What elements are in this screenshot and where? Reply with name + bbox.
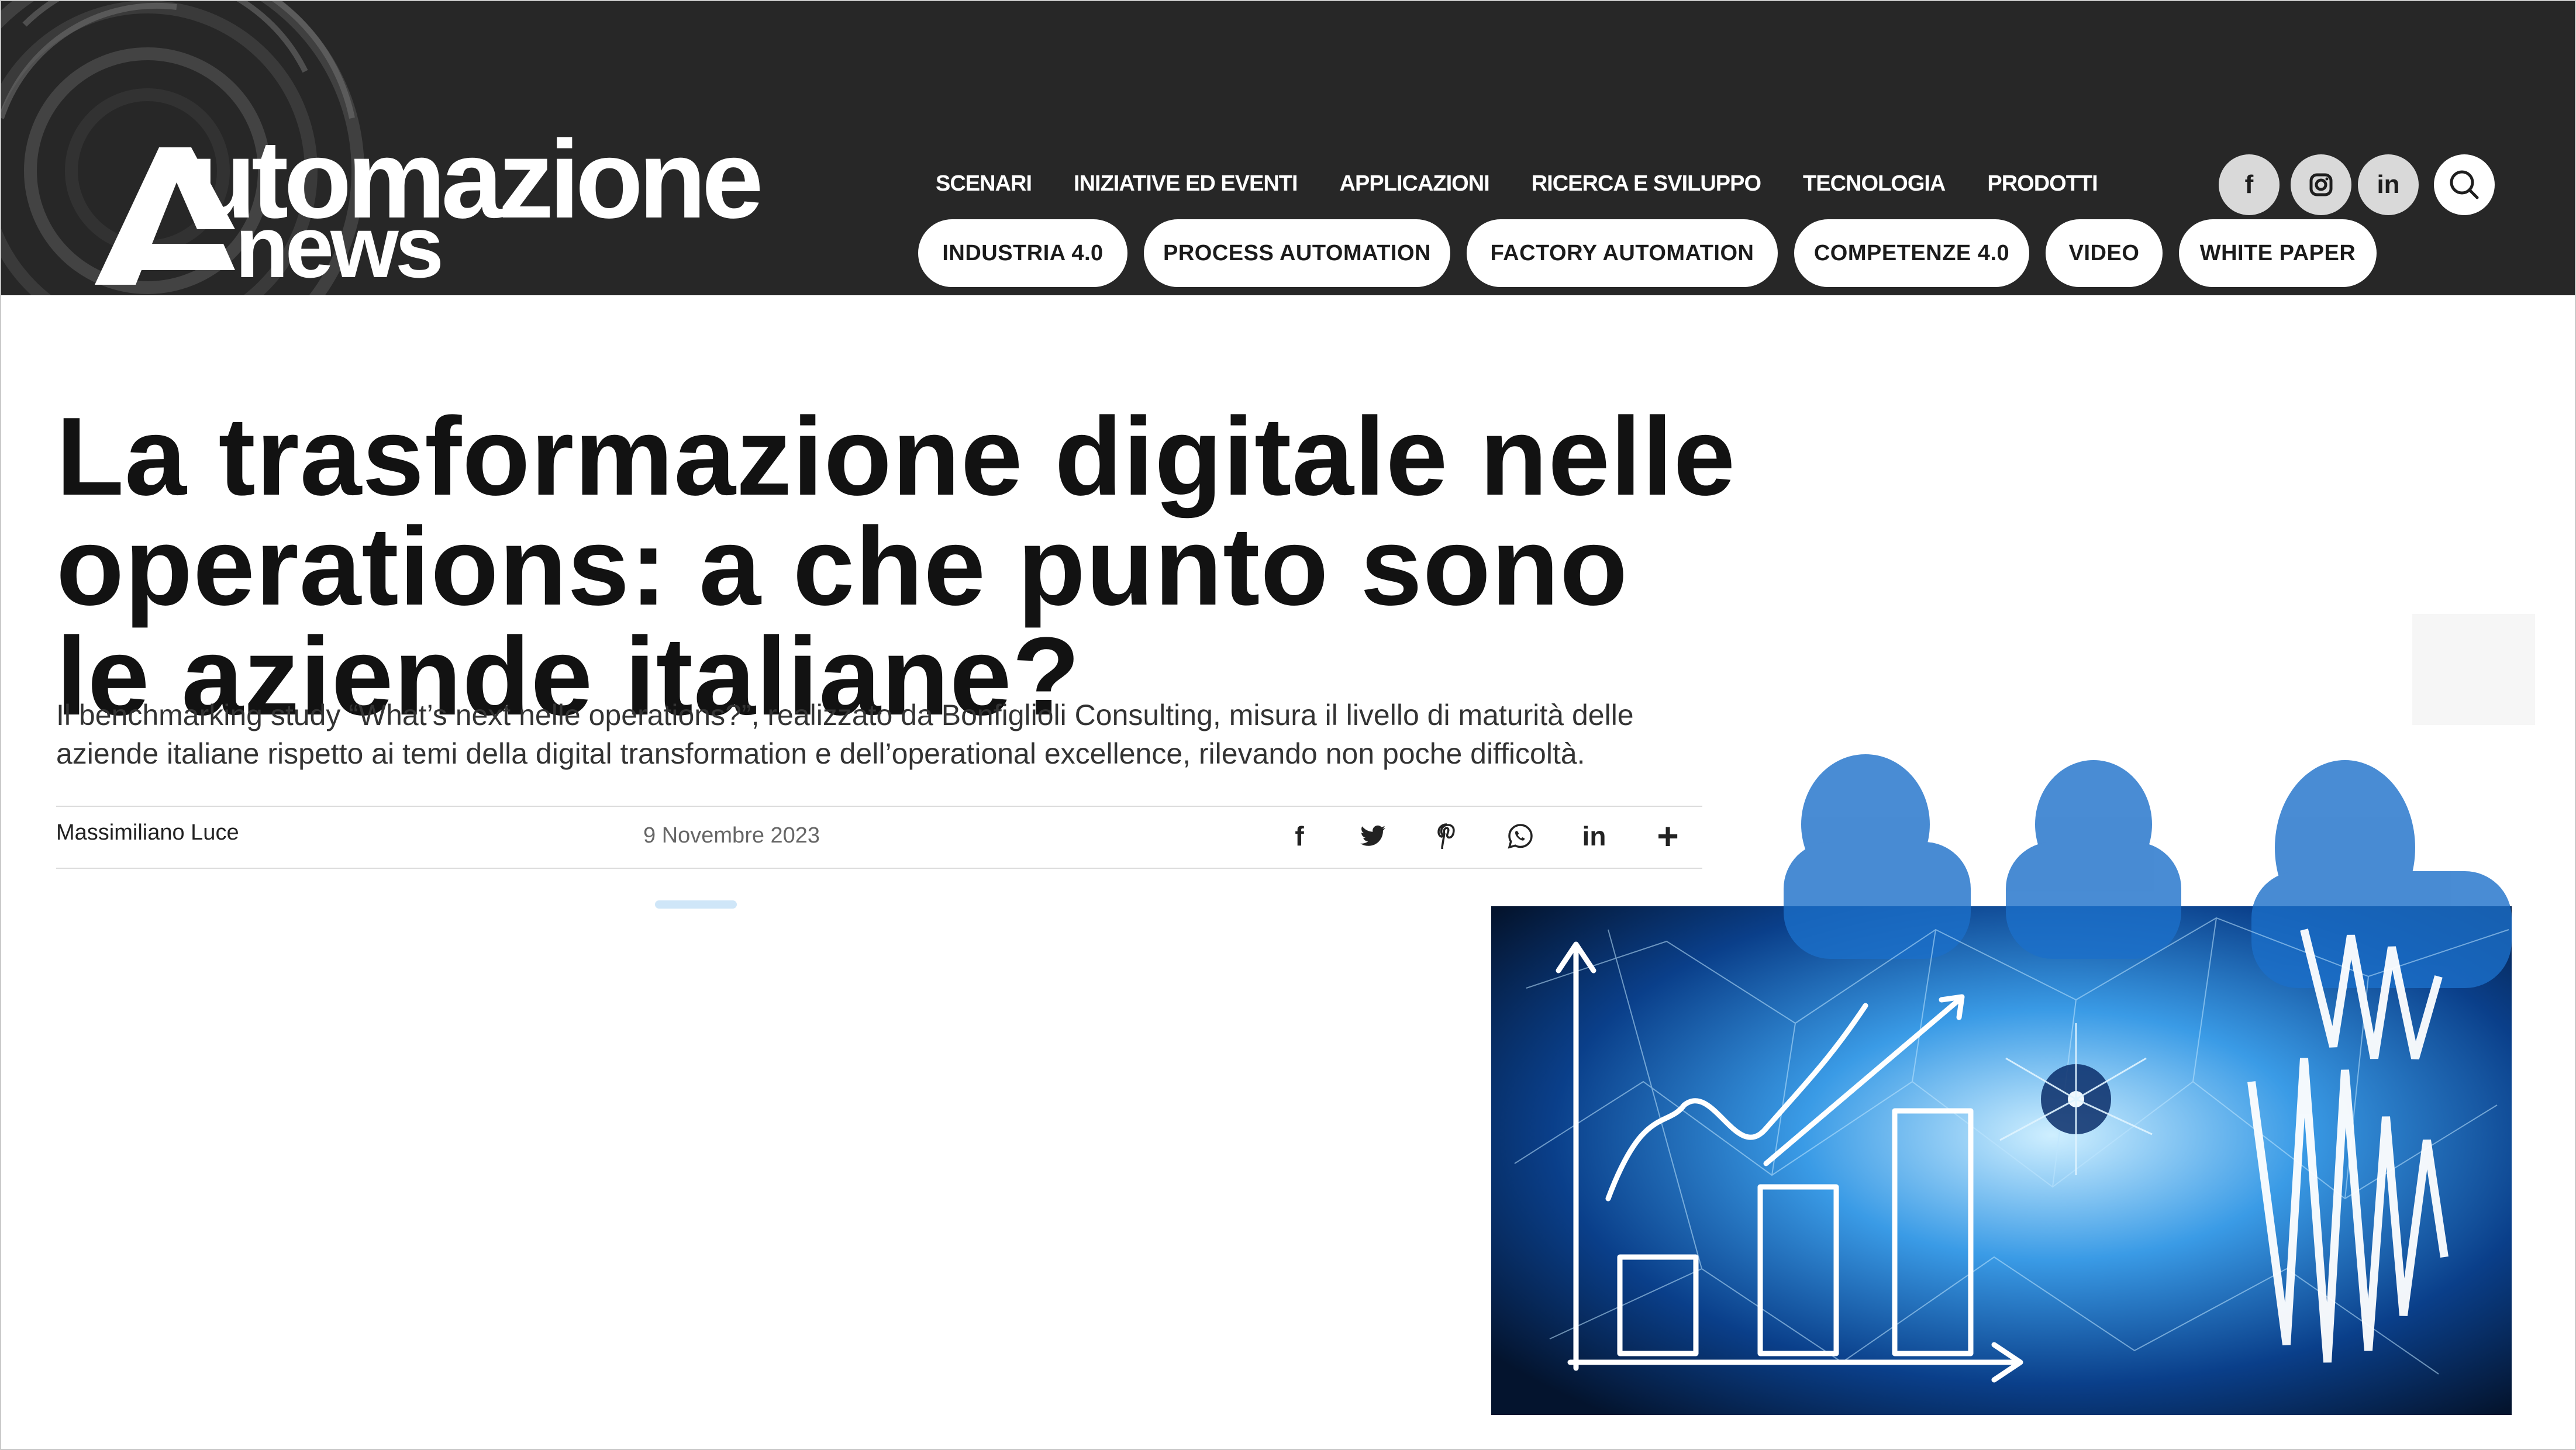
nav-item-iniziative-ed-eventi[interactable]: INIZIATIVE ED EVENTI — [1074, 168, 1298, 199]
sidebar-placeholder — [2412, 614, 2535, 725]
pill-industria-4-0[interactable]: INDUSTRIA 4.0 — [918, 219, 1127, 287]
pinterest-glyph — [1437, 823, 1455, 849]
linkedin-icon[interactable]: in — [2358, 154, 2419, 215]
hero-image — [1491, 754, 2512, 1415]
loading-indicator — [655, 900, 737, 909]
search-glyph — [2450, 170, 2479, 199]
pill-competenze-4-0[interactable]: COMPETENZE 4.0 — [1794, 219, 2029, 287]
facebook-icon[interactable]: f — [2219, 154, 2280, 215]
pill-factory-automation[interactable]: FACTORY AUTOMATION — [1467, 219, 1778, 287]
nav-item-prodotti[interactable]: PRODOTTI — [1987, 168, 2098, 199]
nav-item-ricerca-e-sviluppo[interactable]: RICERCA E SVILUPPO — [1532, 168, 1761, 199]
pill-video[interactable]: VIDEO — [2046, 219, 2163, 287]
facebook-icon[interactable]: f — [1276, 816, 1323, 857]
logo-wordmark-line2: news — [235, 198, 444, 295]
article-lead: Il benchmarking study “What’s next nelle… — [56, 699, 1634, 770]
pill-white-paper[interactable]: WHITE PAPER — [2179, 219, 2377, 287]
nav-item-scenari[interactable]: SCENARI — [936, 168, 1032, 199]
site-header: utomazione news SCENARI INIZIATIVE ED EV… — [1, 1, 2575, 295]
meta-divider-bottom — [56, 868, 1702, 869]
instagram-glyph — [2309, 173, 2333, 196]
pinterest-icon[interactable] — [1423, 816, 1470, 857]
pill-process-automation[interactable]: PROCESS AUTOMATION — [1144, 219, 1450, 287]
article-title: La trasformazione digitale nelle operati… — [56, 395, 1736, 739]
instagram-icon[interactable] — [2291, 154, 2351, 215]
nav-item-tecnologia[interactable]: TECNOLOGIA — [1803, 168, 1946, 199]
nav-item-applicazioni[interactable]: APPLICAZIONI — [1340, 168, 1490, 199]
article-date: 9 Novembre 2023 — [643, 823, 820, 848]
meta-divider-top — [56, 806, 1702, 807]
primary-nav: SCENARI INIZIATIVE ED EVENTI APPLICAZION… — [936, 168, 2140, 199]
search-icon[interactable] — [2434, 154, 2495, 215]
twitter-glyph — [1360, 825, 1385, 846]
twitter-icon[interactable] — [1350, 816, 1396, 857]
article-author[interactable]: Massimiliano Luce — [56, 820, 239, 845]
